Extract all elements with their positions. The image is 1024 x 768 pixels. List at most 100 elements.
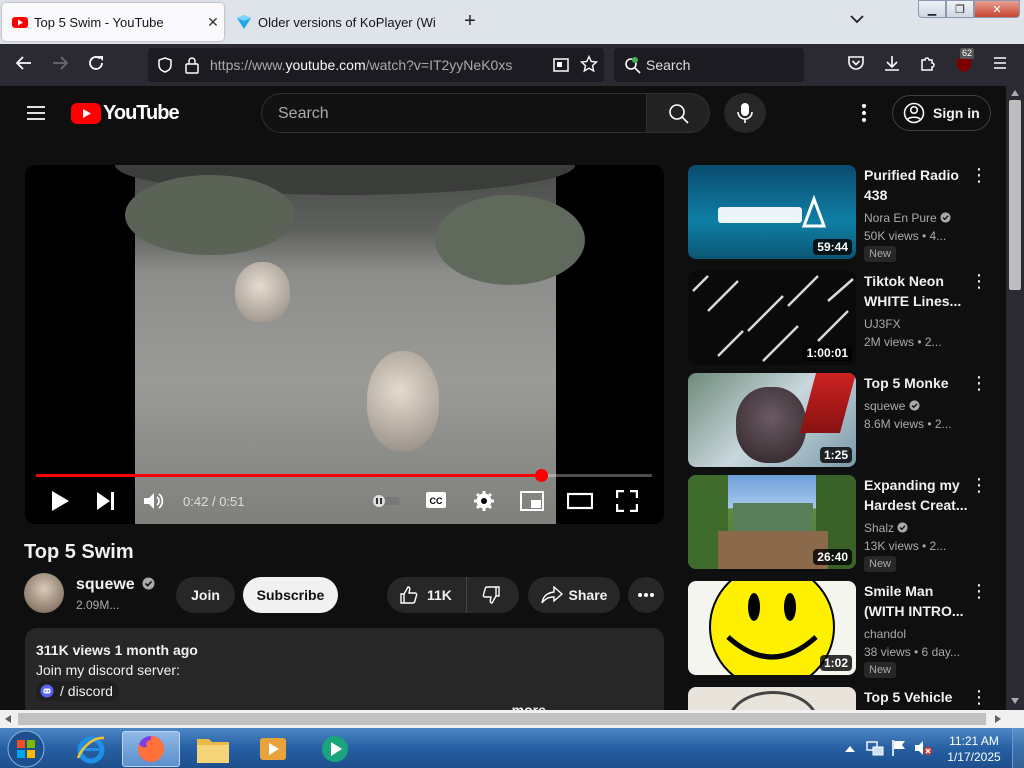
scroll-right-arrow-icon[interactable] — [995, 715, 1001, 723]
youtube-search-input[interactable]: Search — [261, 93, 647, 133]
fullscreen-icon[interactable] — [616, 490, 638, 512]
recommended-video[interactable]: 26:40 Expanding my Hardest Creat... Shal… — [688, 475, 1006, 572]
theater-mode-icon[interactable] — [567, 492, 593, 510]
recommended-channel[interactable]: Nora En Pure — [864, 211, 951, 225]
horizontal-scrollbar[interactable] — [0, 710, 1024, 728]
recommended-video[interactable]: Top 5 Vehicle ⋮ — [688, 687, 1006, 710]
vertical-scrollbar[interactable] — [1006, 86, 1024, 710]
url-text[interactable]: https://www.youtube.com/watch?v=IT2yyNeK… — [210, 57, 512, 73]
recommended-title[interactable]: Tiktok Neon WHITE Lines... — [864, 271, 968, 311]
volume-muted-tray-icon[interactable] — [914, 739, 932, 757]
network-tray-icon[interactable] — [866, 740, 884, 756]
new-tab-button[interactable]: + — [458, 10, 482, 33]
autoplay-toggle[interactable] — [370, 494, 402, 508]
recommended-channel[interactable]: chandol — [864, 627, 906, 641]
tab-list-chevron-icon[interactable] — [850, 12, 864, 27]
video-player[interactable]: 0:42 / 0:51 CC — [25, 165, 664, 524]
more-actions-icon[interactable] — [628, 577, 664, 613]
bookmark-star-icon[interactable] — [580, 55, 598, 73]
recommended-channel[interactable]: Shalz — [864, 521, 908, 535]
description-box[interactable]: 311K views 1 month ago Join my discord s… — [25, 628, 664, 718]
recommended-video[interactable]: 1:00:01 Tiktok Neon WHITE Lines... UJ3FX… — [688, 271, 1006, 365]
guide-menu-icon[interactable] — [24, 101, 48, 130]
settings-gear-icon[interactable] — [473, 490, 495, 512]
firefox-taskbar-icon[interactable] — [122, 731, 180, 767]
tab-youtube[interactable]: Top 5 Swim - YouTube ✕ — [2, 3, 224, 41]
settings-kebab-icon[interactable] — [856, 101, 872, 125]
taskbar-clock[interactable]: 11:21 AM 1/17/2025 — [940, 733, 1008, 765]
forward-icon[interactable] — [48, 54, 72, 77]
youtube-search-button[interactable] — [646, 93, 710, 133]
miniplayer-icon[interactable] — [520, 491, 544, 511]
downloads-icon[interactable] — [880, 54, 904, 77]
scroll-up-arrow-icon[interactable] — [1011, 90, 1019, 96]
search-engine-icon[interactable] — [624, 57, 642, 75]
close-tab-icon[interactable]: ✕ — [202, 14, 224, 31]
next-video-icon[interactable] — [96, 491, 116, 511]
captions-icon[interactable]: CC — [425, 491, 447, 509]
video-thumbnail[interactable]: 26:40 — [688, 475, 856, 569]
like-button[interactable]: 11K — [399, 577, 467, 613]
tab-koplayer[interactable]: Older versions of KoPlayer (Wi — [226, 3, 448, 41]
reader-view-icon[interactable] — [552, 56, 570, 74]
back-icon[interactable] — [12, 54, 36, 77]
join-button[interactable]: Join — [176, 577, 235, 613]
shield-icon[interactable] — [156, 56, 174, 74]
browser-search-box[interactable]: Search — [614, 48, 804, 82]
progress-bar[interactable] — [36, 474, 652, 477]
recommended-menu-icon[interactable]: ⋮ — [970, 476, 988, 494]
reload-icon[interactable] — [84, 54, 108, 77]
recommended-title[interactable]: Smile Man (WITH INTRO... — [864, 581, 968, 621]
channel-name[interactable]: squewe — [76, 576, 155, 594]
recommended-channel[interactable]: squewe — [864, 399, 920, 413]
koplayer-taskbar-icon[interactable] — [306, 731, 364, 767]
minimize-button[interactable]: ▁ — [918, 0, 946, 18]
video-thumbnail[interactable]: 59:44 — [688, 165, 856, 259]
volume-icon[interactable] — [142, 490, 164, 512]
discord-link[interactable]: / discord — [36, 681, 119, 701]
horizontal-scrollbar-thumb[interactable] — [18, 713, 986, 725]
recommended-menu-icon[interactable]: ⋮ — [970, 582, 988, 600]
lock-icon[interactable] — [184, 56, 200, 74]
action-center-flag-icon[interactable] — [891, 739, 907, 757]
recommended-title[interactable]: Top 5 Vehicle — [864, 687, 968, 707]
recommended-video[interactable]: 1:25 Top 5 Monke squewe 8.6M views • 2..… — [688, 373, 1006, 467]
recommended-channel[interactable]: UJ3FX — [864, 317, 901, 331]
youtube-logo[interactable]: YouTube — [71, 102, 180, 125]
recommended-title[interactable]: Expanding my Hardest Creat... — [864, 475, 968, 515]
channel-avatar[interactable] — [24, 573, 64, 613]
voice-search-button[interactable] — [724, 93, 766, 133]
url-bar[interactable]: https://www.youtube.com/watch?v=IT2yyNeK… — [148, 48, 604, 82]
recommended-menu-icon[interactable]: ⋮ — [970, 166, 988, 184]
app-menu-icon[interactable] — [988, 54, 1012, 77]
file-explorer-taskbar-icon[interactable] — [184, 731, 242, 767]
dislike-button[interactable] — [467, 577, 501, 613]
media-player-taskbar-icon[interactable] — [244, 731, 302, 767]
show-desktop-button[interactable] — [1012, 728, 1024, 768]
recommended-video[interactable]: 59:44 Purified Radio 438 Nora En Pure 50… — [688, 165, 1006, 262]
recommended-menu-icon[interactable]: ⋮ — [970, 272, 988, 290]
video-thumbnail[interactable]: 1:00:01 — [688, 271, 856, 365]
restore-button[interactable]: ❐ — [946, 0, 974, 18]
scroll-left-arrow-icon[interactable] — [5, 715, 11, 723]
pocket-icon[interactable] — [844, 54, 868, 77]
close-window-button[interactable]: ✕ — [974, 0, 1020, 18]
scroll-down-arrow-icon[interactable] — [1011, 698, 1019, 704]
ublock-icon[interactable]: 62 — [952, 48, 976, 79]
start-button[interactable] — [6, 729, 46, 768]
video-thumbnail[interactable] — [688, 687, 856, 710]
share-button[interactable]: Share — [528, 577, 620, 613]
vertical-scrollbar-thumb[interactable] — [1009, 100, 1021, 290]
sign-in-button[interactable]: Sign in — [892, 95, 991, 131]
recommended-video[interactable]: 1:02 Smile Man (WITH INTRO... chandol 38… — [688, 581, 1006, 678]
internet-explorer-taskbar-icon[interactable] — [62, 731, 120, 767]
recommended-title[interactable]: Purified Radio 438 — [864, 165, 968, 205]
recommended-menu-icon[interactable]: ⋮ — [970, 688, 988, 706]
extensions-puzzle-icon[interactable] — [916, 54, 940, 77]
subscribe-button[interactable]: Subscribe — [243, 577, 338, 613]
video-thumbnail[interactable]: 1:02 — [688, 581, 856, 675]
recommended-title[interactable]: Top 5 Monke — [864, 373, 968, 393]
recommended-menu-icon[interactable]: ⋮ — [970, 374, 988, 392]
video-thumbnail[interactable]: 1:25 — [688, 373, 856, 467]
play-icon[interactable] — [50, 490, 70, 512]
